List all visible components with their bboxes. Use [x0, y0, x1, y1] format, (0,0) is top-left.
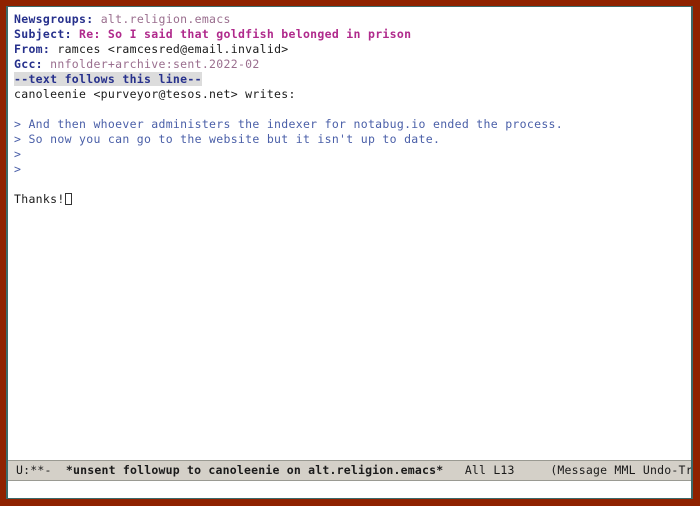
mode-line-buffer-name[interactable]: *unsent followup to canoleenie on alt.re…	[66, 461, 444, 480]
header-value-gcc[interactable]: nnfolder+archive:sent.2022-02	[50, 57, 259, 71]
mode-line[interactable]: U:**- *unsent followup to canoleenie on …	[8, 460, 691, 481]
cited-line: >	[14, 162, 22, 176]
header-value-from[interactable]: ramces <ramcesred@email.invalid>	[57, 42, 288, 56]
header-name-subject: Subject:	[14, 27, 72, 41]
header-name-newsgroups: Newsgroups:	[14, 12, 94, 26]
cited-line: >	[14, 147, 22, 161]
message-composition-buffer[interactable]: Newsgroups: alt.religion.emacs Subject: …	[8, 7, 691, 460]
mode-line-scroll-position: All	[464, 463, 487, 477]
mode-line-gap	[52, 461, 66, 480]
header-name-from: From:	[14, 42, 51, 56]
header-value-newsgroups[interactable]: alt.religion.emacs	[101, 12, 231, 26]
mode-line-gap	[515, 461, 551, 480]
mode-line-major-minor-modes[interactable]: (Message MML Undo-Tree	[550, 461, 691, 480]
separator-label: --text follows this line--	[14, 72, 202, 86]
header-body-separator: --text follows this line--	[14, 72, 685, 87]
header-line-newsgroups[interactable]: Newsgroups: alt.religion.emacs	[14, 12, 685, 27]
header-space	[93, 12, 100, 26]
header-name-gcc: Gcc:	[14, 57, 43, 71]
cited-line: > So now you can go to the website but i…	[14, 132, 441, 146]
header-value-subject[interactable]: Re: So I said that goldfish belonged in …	[79, 27, 411, 41]
mode-line-gap	[443, 461, 464, 480]
cited-line: > And then whoever administers the index…	[14, 117, 563, 131]
body-signoff-line[interactable]: Thanks!	[14, 192, 685, 207]
right-fringe	[685, 7, 691, 460]
emacs-frame-inner-border: Newsgroups: alt.religion.emacs Subject: …	[6, 6, 693, 499]
header-line-gcc[interactable]: Gcc: nnfolder+archive:sent.2022-02	[14, 57, 685, 72]
text-cursor	[64, 193, 72, 205]
body-signoff-text: Thanks!	[14, 192, 65, 206]
buffer-text-area[interactable]: Newsgroups: alt.religion.emacs Subject: …	[14, 7, 685, 460]
citation-attribution-line: canoleenie <purveyor@tesos.net> writes:	[14, 87, 296, 101]
mode-line-coding-status: U:**-	[16, 463, 52, 477]
header-line-from[interactable]: From: ramces <ramcesred@email.invalid>	[14, 42, 685, 57]
echo-area[interactable]	[8, 481, 691, 498]
header-space	[72, 27, 79, 41]
mode-line-gap	[486, 461, 493, 480]
emacs-frame: Newsgroups: alt.religion.emacs Subject: …	[0, 0, 700, 506]
body-blank-line	[14, 102, 685, 117]
mode-line-line-number: L13	[493, 463, 515, 477]
header-line-subject[interactable]: Subject: Re: So I said that goldfish bel…	[14, 27, 685, 42]
body-blank-line	[14, 177, 685, 192]
